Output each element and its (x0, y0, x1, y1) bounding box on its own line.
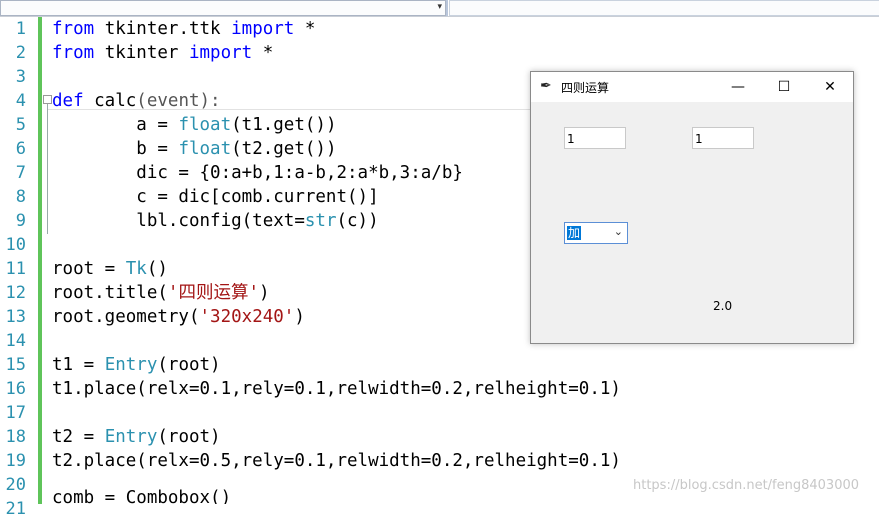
scope-dropdown[interactable]: ▾ (0, 0, 446, 16)
minimize-button[interactable]: — (715, 72, 761, 102)
line-number: 7 (15, 163, 26, 183)
watermark: https://blog.csdn.net/feng8403000 (633, 478, 860, 493)
line-number: 10 (5, 235, 26, 255)
token: from (52, 43, 95, 63)
number-entry-1[interactable]: 1 (564, 127, 626, 149)
window-titlebar[interactable]: ✒ 四则运算 — ☐ ✕ (531, 72, 853, 102)
feather-icon: ✒ (540, 78, 552, 94)
code-line-15[interactable]: t1 = Entry(root) (52, 353, 221, 377)
line-number: 9 (15, 211, 26, 231)
line-number: 3 (15, 67, 26, 87)
code-line-9[interactable]: lbl.config(text=str(c)) (52, 209, 379, 233)
line-number: 4 (15, 91, 26, 111)
fold-guide (47, 104, 48, 234)
number-entry-2[interactable]: 1 (692, 127, 754, 149)
token: float (178, 115, 232, 135)
maximize-button[interactable]: ☐ (761, 72, 807, 102)
result-label: 2.0 (713, 299, 733, 313)
window-title: 四则运算 (561, 81, 610, 95)
token: lbl.config(text= (52, 211, 305, 231)
code-line-21[interactable]: comb = Combobox() (52, 486, 231, 504)
token: Tk (125, 259, 147, 279)
token: a = (52, 115, 179, 135)
token: import (231, 19, 295, 39)
collapse-icon[interactable] (43, 95, 52, 104)
token: tkinter.ttk (94, 19, 232, 39)
code-line-2[interactable]: from tkinter import * (52, 41, 273, 65)
code-line-6[interactable]: b = float(t2.get()) (52, 137, 336, 161)
code-line-1[interactable]: from tkinter.ttk import * (52, 17, 315, 41)
code-line-8[interactable]: c = dic[comb.current()] (52, 185, 378, 209)
change-tracking-bar (38, 17, 42, 504)
line-number: 11 (5, 259, 26, 279)
line-number: 6 (15, 139, 26, 159)
code-line-19[interactable]: t2.place(relx=0.5,rely=0.1,relwidth=0.2,… (52, 449, 621, 473)
token: (event): (136, 91, 221, 111)
token: Entry (104, 355, 158, 375)
code-line-4[interactable]: def calc(event): (52, 89, 221, 113)
token: Entry (104, 427, 158, 447)
token: t2 = (52, 427, 105, 447)
token: root.title( (52, 283, 168, 303)
token: ) (258, 283, 270, 303)
code-line-11[interactable]: root = Tk() (52, 257, 168, 281)
token: (root) (157, 355, 221, 375)
member-dropdown[interactable] (449, 0, 879, 16)
token: tkinter (94, 43, 189, 63)
token: * (252, 43, 274, 63)
line-number: 2 (15, 43, 26, 63)
token: from (52, 19, 95, 39)
code-line-16[interactable]: t1.place(relx=0.1,rely=0.1,relwidth=0.2,… (52, 377, 621, 401)
token: import (188, 43, 253, 63)
chevron-down-icon[interactable]: ⌄ (614, 225, 623, 238)
token: '四则运算' (167, 283, 259, 303)
line-number: 16 (5, 379, 26, 399)
token: t1 = (52, 355, 105, 375)
dropdown-arrow-icon[interactable]: ▾ (437, 2, 442, 12)
token: b = (52, 139, 179, 159)
token: '320x240' (199, 307, 295, 327)
token: () (146, 259, 168, 279)
token: calc (83, 91, 137, 111)
line-number-gutter: 1 2 3 4 5 6 7 8 9 10 11 12 13 14 15 16 1… (0, 17, 38, 519)
code-line-18[interactable]: t2 = Entry(root) (52, 425, 221, 449)
close-button[interactable]: ✕ (807, 72, 853, 102)
token: * (294, 19, 316, 39)
line-number: 1 (15, 19, 26, 39)
line-number: 20 (5, 475, 26, 495)
line-number: 15 (5, 355, 26, 375)
code-line-13[interactable]: root.geometry('320x240') (52, 305, 305, 329)
token: root = (52, 259, 126, 279)
token: ) (294, 307, 305, 327)
line-number: 19 (5, 451, 26, 471)
code-line-5[interactable]: a = float(t1.get()) (52, 113, 336, 137)
token: (t2.get()) (231, 139, 337, 159)
token: (root) (157, 427, 221, 447)
line-number: 14 (5, 331, 26, 351)
operation-combobox[interactable]: 加 ⌄ (564, 222, 628, 244)
token: str (304, 211, 337, 231)
tk-app-window: ✒ 四则运算 — ☐ ✕ 1 1 加 ⌄ 2.0 (530, 71, 854, 344)
line-number: 8 (15, 187, 26, 207)
code-line-12[interactable]: root.title('四则运算') (52, 281, 270, 305)
line-number: 21 (5, 499, 26, 519)
token: (t1.get()) (231, 115, 337, 135)
line-number: 5 (15, 115, 26, 135)
line-number: 12 (5, 283, 26, 303)
code-line-7[interactable]: dic = {0:a+b,1:a-b,2:a*b,3:a/b} (52, 161, 463, 185)
line-number: 17 (5, 403, 26, 423)
token: (c)) (336, 211, 379, 231)
editor-navigation-bar: ▾ (0, 0, 879, 17)
token: def (52, 91, 84, 111)
line-number: 13 (5, 307, 26, 327)
token: root.geometry( (52, 307, 200, 327)
line-number: 18 (5, 427, 26, 447)
splitter[interactable] (446, 0, 448, 16)
combobox-selected-value: 加 (567, 226, 582, 240)
token: float (178, 139, 232, 159)
